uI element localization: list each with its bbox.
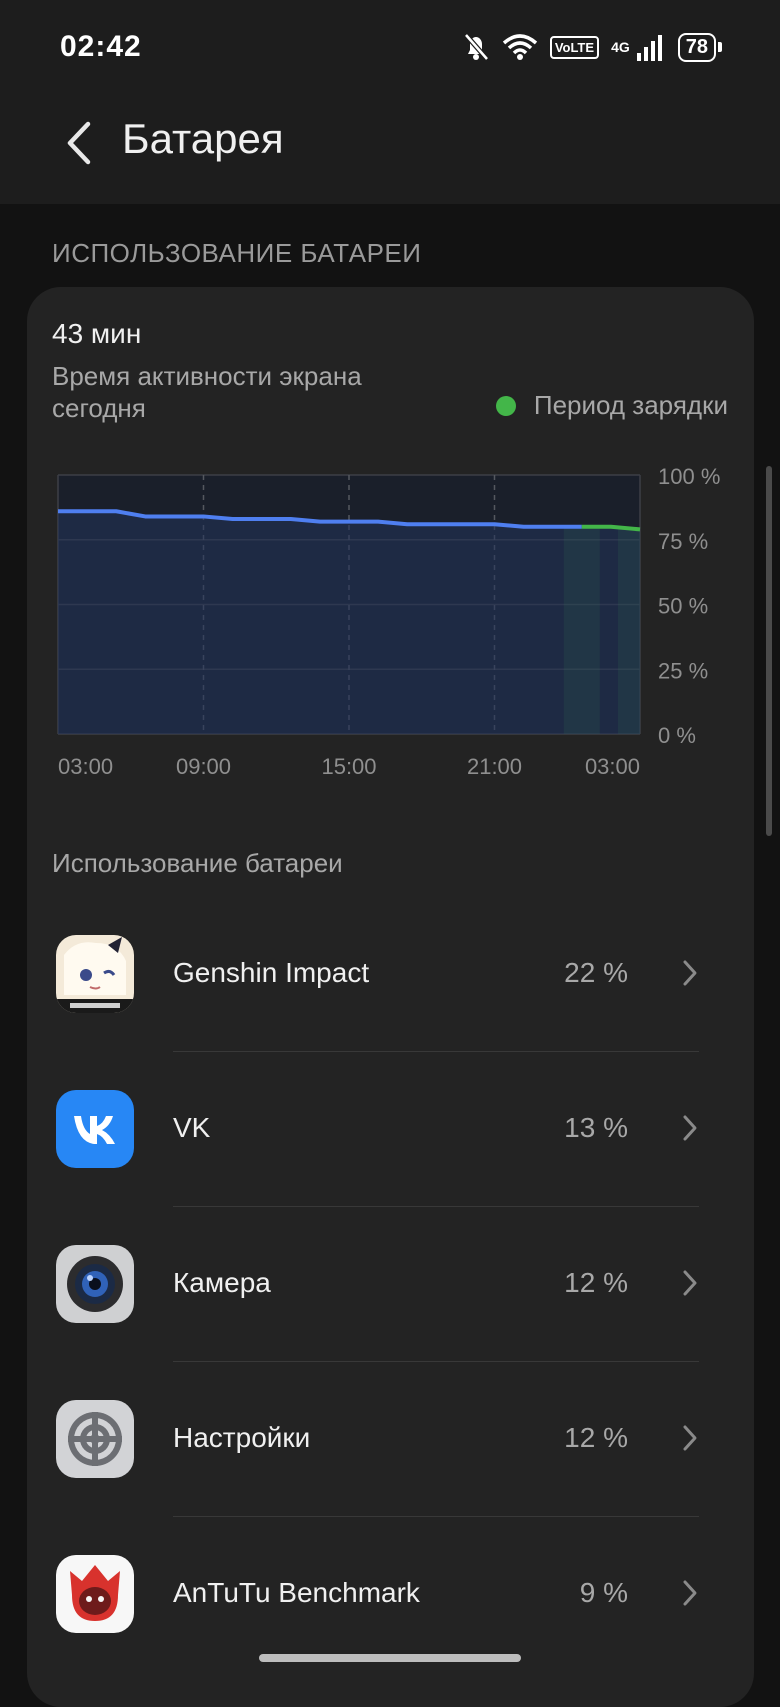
battery-icon: 78 bbox=[677, 32, 722, 62]
vk-icon bbox=[56, 1090, 134, 1168]
chevron-right-icon bbox=[683, 1270, 697, 1296]
app-percent: 12 % bbox=[564, 1422, 628, 1453]
scrollbar[interactable] bbox=[766, 466, 772, 836]
app-usage-row[interactable]: Настройки 12 % bbox=[27, 1362, 754, 1517]
screen-time-label: Время активности экрана сегодня bbox=[52, 361, 362, 423]
chevron-right-icon bbox=[683, 960, 697, 986]
y-tick-label: 75 % bbox=[658, 529, 708, 554]
antutu-icon bbox=[56, 1555, 134, 1633]
chevron-left-icon[interactable] bbox=[62, 118, 94, 168]
chevron-right-icon bbox=[683, 1115, 697, 1141]
status-icons: VoLTE 4G 78 bbox=[462, 32, 722, 62]
app-usage-row[interactable]: Genshin Impact 22 % bbox=[27, 897, 754, 1052]
y-tick-label: 0 % bbox=[658, 723, 696, 748]
section-title: ИСПОЛЬЗОВАНИЕ БАТАРЕИ bbox=[52, 238, 422, 268]
x-tick-label: 09:00 bbox=[176, 754, 231, 779]
network-type: 4G bbox=[611, 39, 630, 55]
app-usage-row[interactable]: Камера 12 % bbox=[27, 1207, 754, 1362]
volte-badge: VoLTE bbox=[549, 35, 600, 59]
y-tick-label: 50 % bbox=[658, 594, 708, 619]
app-name: AnTuTu Benchmark bbox=[173, 1577, 420, 1608]
wifi-icon bbox=[502, 34, 537, 60]
app-usage-row[interactable]: AnTuTu Benchmark 9 % bbox=[27, 1517, 754, 1672]
camera-icon bbox=[56, 1245, 134, 1323]
screen-time-value: 43 мин bbox=[52, 318, 142, 349]
x-tick-label: 21:00 bbox=[467, 754, 522, 779]
page-title: Батарея bbox=[122, 115, 284, 162]
app-name: Настройки bbox=[173, 1422, 311, 1453]
app-percent: 13 % bbox=[564, 1112, 628, 1143]
settings-icon bbox=[56, 1400, 134, 1478]
battery-level-chart[interactable]: 100 % 75 % 50 % 25 % 0 % 03:00 09:00 15:00 21:00… bbox=[40, 460, 740, 790]
app-name: VK bbox=[173, 1112, 211, 1143]
app-percent: 9 % bbox=[579, 1577, 628, 1608]
status-time: 02:42 bbox=[60, 30, 142, 63]
y-tick-label: 100 % bbox=[658, 464, 720, 489]
x-tick-label: 15:00 bbox=[321, 754, 376, 779]
top-bar: 02:42 VoLTE 4G 78 Батарея bbox=[0, 0, 780, 204]
charging-dot-icon bbox=[495, 395, 516, 416]
app-name: Камера bbox=[173, 1267, 271, 1298]
signal-icon bbox=[636, 35, 662, 61]
charging-legend: Период зарядки bbox=[495, 390, 728, 421]
battery-area bbox=[58, 511, 640, 734]
home-indicator[interactable] bbox=[259, 1654, 521, 1662]
app-name: Genshin Impact bbox=[173, 957, 370, 988]
genshin-impact-icon bbox=[56, 935, 134, 1013]
x-tick-label: 03:00 bbox=[585, 754, 640, 779]
app-usage-row[interactable]: VK 13 % bbox=[27, 1052, 754, 1207]
chevron-right-icon bbox=[683, 1425, 697, 1451]
app-percent: 22 % bbox=[564, 957, 628, 988]
chevron-right-icon bbox=[683, 1580, 697, 1606]
app-percent: 12 % bbox=[564, 1267, 628, 1298]
y-tick-label: 25 % bbox=[658, 658, 708, 683]
legend-label: Период зарядки bbox=[533, 390, 728, 420]
usage-list-title: Использование батареи bbox=[52, 848, 343, 878]
x-tick-label: 03:00 bbox=[58, 754, 113, 779]
battery-level: 78 bbox=[677, 32, 716, 62]
bell-off-icon bbox=[463, 33, 489, 61]
